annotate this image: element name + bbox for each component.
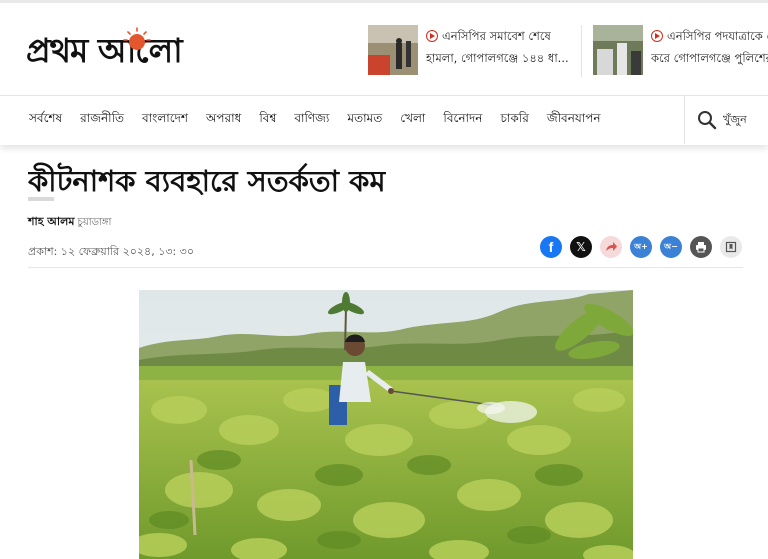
site-header: প্রথম আলো এনসিপির সমাবেশ শেষে হামলা, গোপ: [0, 0, 768, 95]
nav-item-business[interactable]: বাণিজ্য: [294, 110, 329, 130]
nav-item-entertainment[interactable]: বিনোদন: [443, 110, 482, 130]
article-lead-image: [139, 290, 633, 559]
share-button[interactable]: [600, 236, 622, 258]
byline: শাহ আলম চুয়াডাঙ্গা: [28, 213, 111, 232]
facebook-icon: f: [548, 239, 554, 255]
teaser-title-line: হামলা, গোপালগঞ্জে ১৪৪ ধা...: [426, 51, 569, 65]
video-play-icon: [651, 30, 663, 42]
headline-accent-rule: [28, 197, 54, 201]
bookmark-button[interactable]: [720, 236, 742, 258]
nav-item-politics[interactable]: রাজনীতি: [80, 110, 124, 130]
search-icon: [698, 111, 717, 130]
teaser-thumbnail: [593, 25, 643, 75]
logo-text: প্রথম আলো: [26, 31, 183, 70]
font-increase-label: অ+: [634, 241, 648, 251]
teaser-title-line: করে গোপালগঞ্জে পুলিশের: [651, 51, 768, 65]
nav-item-lifestyle[interactable]: জীবনযাপন: [547, 110, 601, 130]
font-decrease-label: অ−: [664, 241, 678, 251]
nav-item-crime[interactable]: অপরাধ: [206, 110, 241, 130]
main-nav: সর্বশেষ রাজনীতি বাংলাদেশ অপরাধ বিশ্ব বাণ…: [0, 95, 768, 145]
x-share-button[interactable]: 𝕏: [570, 236, 592, 258]
font-decrease-button[interactable]: অ−: [660, 236, 682, 258]
font-increase-button[interactable]: অ+: [630, 236, 652, 258]
teaser-thumbnail: [368, 25, 418, 75]
print-button[interactable]: [690, 236, 712, 258]
search-label: খুঁজুন: [723, 112, 747, 126]
search-button[interactable]: খুঁজুন: [684, 96, 768, 144]
share-toolbar: f 𝕏 অ+ অ−: [540, 236, 742, 258]
print-icon: [696, 242, 706, 253]
nav-item-jobs[interactable]: চাকরি: [500, 110, 528, 130]
logo-sun-icon: [123, 27, 151, 50]
article-headline: কীটনাশক ব্যবহারে সতর্কতা কম: [28, 164, 386, 196]
video-play-icon: [426, 30, 438, 42]
facebook-share-button[interactable]: f: [540, 236, 562, 258]
nav-item-sports[interactable]: খেলা: [400, 110, 425, 130]
share-arrow-icon: [606, 242, 617, 251]
teaser-title-line: এনসিপির পদযাত্রাকে কে: [667, 29, 768, 43]
nav-item-latest[interactable]: সর্বশেষ: [29, 110, 62, 130]
nav-item-bangladesh[interactable]: বাংলাদেশ: [142, 110, 188, 130]
nav-item-world[interactable]: বিশ্ব: [259, 110, 276, 130]
author-name[interactable]: শাহ আলম: [28, 215, 74, 228]
nav-item-opinion[interactable]: মতামত: [347, 110, 382, 130]
x-icon: 𝕏: [576, 240, 586, 254]
teaser-story-2[interactable]: এনসিপির পদযাত্রাকে কে করে গোপালগঞ্জে পুল…: [593, 25, 768, 79]
site-logo[interactable]: প্রথম আলো: [26, 17, 246, 75]
published-date: প্রকাশ: ১২ ফেব্রুয়ারি ২০২৪, ১৩: ৩০: [28, 245, 194, 258]
article-meta-divider: [28, 267, 743, 268]
teaser-divider: [581, 25, 582, 77]
author-location: চুয়াডাঙ্গা: [77, 217, 112, 228]
teaser-story-1[interactable]: এনসিপির সমাবেশ শেষে হামলা, গোপালগঞ্জে ১৪…: [368, 25, 596, 79]
bookmark-icon: [725, 241, 737, 253]
teaser-title-line: এনসিপির সমাবেশ শেষে: [442, 29, 551, 43]
